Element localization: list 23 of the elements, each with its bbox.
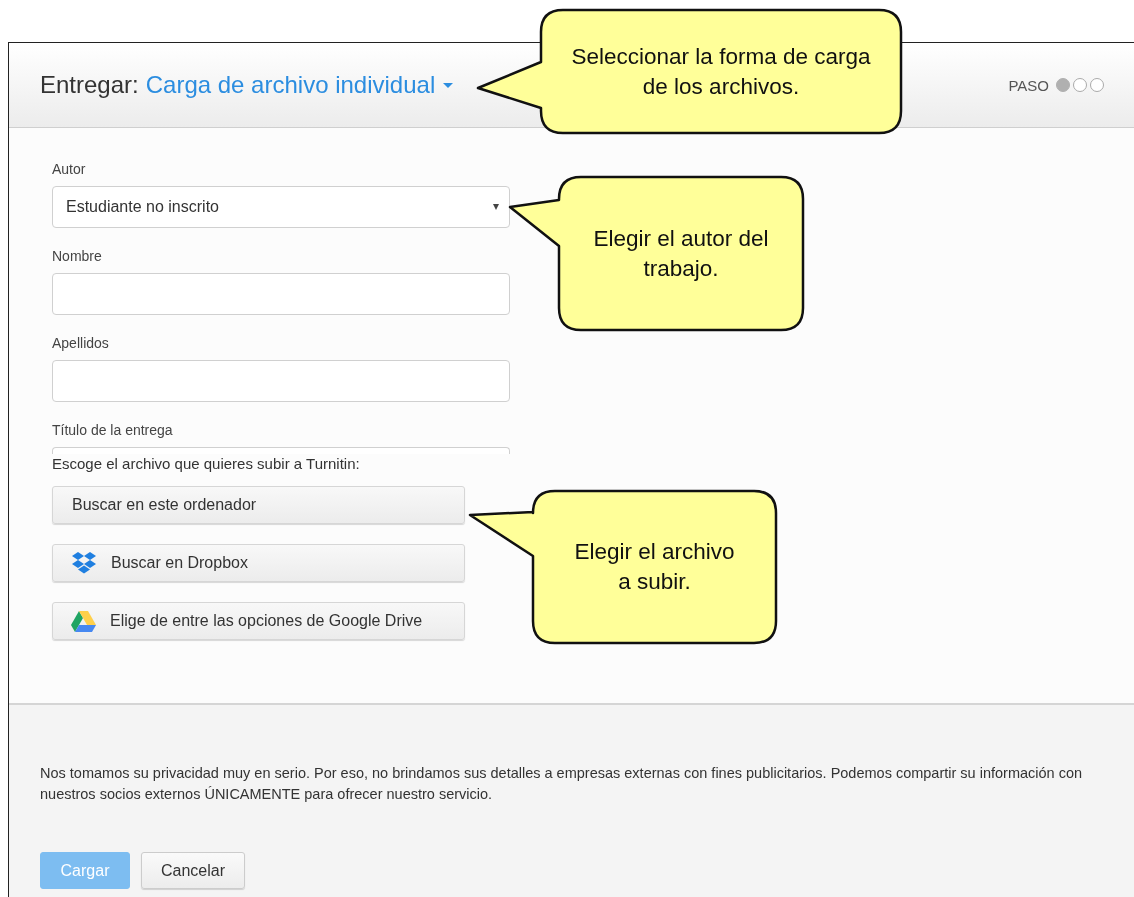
field-label: Apellidos	[52, 335, 110, 351]
cancel-button[interactable]: Cancelar	[141, 852, 246, 889]
step-label: PASO	[1008, 76, 1049, 94]
file-source-button[interactable]: Buscar en este ordenador	[52, 486, 465, 524]
author-select[interactable]: Estudiante no inscrito	[52, 186, 510, 228]
callout-text: Seleccionar la forma de carga de los archivos.	[571, 42, 871, 101]
drive-icon	[71, 610, 96, 632]
input-field[interactable]	[52, 447, 510, 454]
input-field[interactable]	[52, 273, 510, 315]
dropbox-icon	[71, 551, 97, 575]
file-prompt: Escoge el archivo que quieres subir a Turnitin:	[52, 455, 361, 472]
callout-text: Elegir el archivo a subir.	[573, 538, 736, 596]
caret-icon	[493, 204, 499, 210]
input-field[interactable]	[52, 360, 510, 402]
caret-icon	[443, 82, 454, 88]
field-label: Título de la entrega	[52, 422, 174, 438]
field-label: Nombre	[52, 248, 103, 264]
header-title: Entregar:	[40, 71, 139, 99]
callout-text: Elegir el autor del trabajo.	[592, 224, 770, 283]
field-label: Autor	[52, 161, 87, 177]
file-source-button[interactable]: Elige de entre las opciones de Google Drive	[52, 602, 465, 640]
privacy-notice: Nos tomamos su privacidad muy en serio. Por eso, no brindamos sus detalles a empresas externas con fines publicitarios. Podemos compartir su información con nuestros socios externos ÚNICAMENTE para ofrecer nuestro servicio.	[40, 764, 1084, 804]
file-source-button[interactable]: Buscar en Dropbox	[52, 544, 465, 582]
